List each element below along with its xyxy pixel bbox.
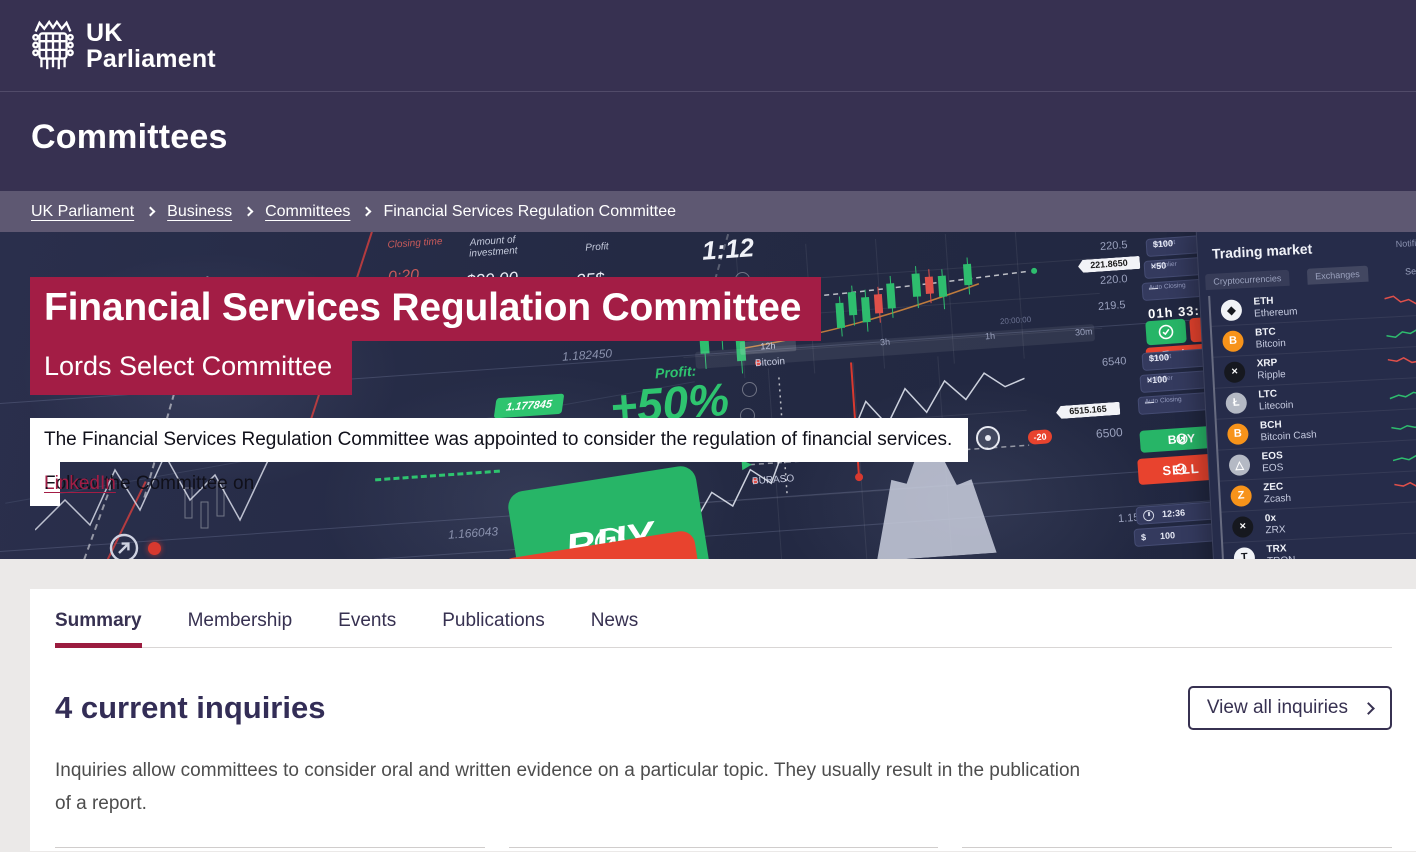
hero-banner: Closing time 0:20 Amount of investment $… — [0, 232, 1416, 559]
inquiries-heading: 4 current inquiries — [55, 690, 325, 726]
price-tick: 6500 — [1096, 425, 1124, 441]
market-tab-crypto: Cryptocurrencies — [1205, 270, 1290, 290]
market-notifications: Notifications — [1395, 237, 1416, 250]
timeframe-30m: 30m — [1075, 326, 1093, 337]
tab-news[interactable]: News — [591, 610, 639, 632]
eos-icon: △ — [1228, 454, 1250, 476]
page-title: Committees — [0, 92, 1416, 157]
check-circle-icon — [1157, 323, 1174, 340]
sparkline-up — [1392, 446, 1416, 465]
uk-parliament-logo[interactable]: UK Parliament — [31, 18, 216, 74]
market-tab-exchanges: Exchanges — [1307, 266, 1368, 285]
linkedin-link[interactable]: LinkedIn — [44, 462, 116, 506]
inquiries-intro: Inquiries allow committees to consider o… — [55, 754, 1100, 820]
breadcrumb-link-committees[interactable]: Committees — [265, 203, 350, 221]
investment-label: Amount of investment — [454, 233, 531, 260]
ripple-icon: × — [1224, 361, 1246, 383]
committee-title-banner: Financial Services Regulation Committee — [30, 277, 821, 341]
inquiry-card — [55, 847, 485, 851]
zcash-icon: Z — [1230, 485, 1252, 507]
breadcrumb-link-business[interactable]: Business — [167, 203, 232, 221]
view-all-inquiries-button[interactable]: View all inquiries — [1188, 686, 1392, 730]
map-pin-icon — [148, 542, 161, 555]
spacer — [0, 559, 1416, 589]
main-panel: Summary Membership Events Publications N… — [30, 589, 1416, 851]
tab-events[interactable]: Events — [338, 610, 396, 632]
follow-period: . — [44, 462, 49, 506]
breadcrumb-link-uk-parliament[interactable]: UK Parliament — [31, 203, 134, 221]
market-tab-securities: Securities — [1397, 261, 1416, 280]
confirm-button — [1145, 319, 1187, 346]
committee-tabs: Summary Membership Events Publications N… — [55, 610, 1392, 648]
arrow-up-circle-icon — [108, 532, 140, 559]
inquiry-card — [962, 847, 1392, 851]
timeframe-1h: 1h — [985, 331, 996, 342]
price-tick: 220.5 — [1100, 239, 1128, 253]
portcullis-icon — [31, 18, 75, 74]
inquiry-cards — [55, 847, 1392, 851]
eye-icon — [976, 426, 1000, 450]
coin-list: ◆ETHEthereum BBTCBitcoin ×XRPRipple ŁLTC… — [1208, 284, 1416, 559]
closing-time-label: Closing time — [382, 236, 449, 252]
section-band: Committees — [0, 92, 1416, 191]
breadcrumb-current: Financial Services Regulation Committee — [383, 203, 676, 221]
tab-publications[interactable]: Publications — [442, 610, 544, 632]
price-tick: 219.5 — [1098, 299, 1126, 313]
site-header: UK Parliament — [0, 0, 1416, 92]
sparkline-down — [1388, 353, 1416, 372]
litecoin-icon: Ł — [1225, 392, 1247, 414]
sparkline-up — [1386, 322, 1416, 341]
committee-subtitle-banner: Lords Select Committee — [30, 341, 352, 395]
asset-label-bitcoin: Bitcoin — [755, 360, 761, 366]
market-title: Trading market — [1212, 240, 1313, 261]
bitcoin-cash-icon: B — [1227, 423, 1249, 445]
sparkline-up — [1391, 415, 1416, 434]
sparkline-up — [1389, 384, 1416, 403]
tab-membership[interactable]: Membership — [188, 610, 293, 632]
price-tick: 6540 — [1102, 355, 1127, 369]
check-circle-icon — [1175, 463, 1188, 476]
trading-market-panel: Trading market Notifications Cryptocurre… — [1196, 232, 1416, 559]
sparkline-down — [1384, 291, 1416, 310]
breadcrumb: UK Parliament Business Committees Financ… — [0, 191, 1416, 232]
clock-icon — [1143, 509, 1155, 521]
tab-summary[interactable]: Summary — [55, 610, 142, 632]
chevron-right-icon — [146, 207, 156, 217]
logo-wordmark: UK Parliament — [86, 20, 216, 72]
chevron-right-icon — [244, 207, 254, 217]
chevron-right-icon — [1362, 702, 1375, 715]
chevron-right-icon — [362, 207, 372, 217]
zrx-icon: × — [1232, 515, 1254, 537]
inquiry-card — [509, 847, 939, 851]
sparkline-down — [1394, 477, 1416, 496]
committee-follow-line: Follow the Committee on LinkedIn. — [30, 462, 60, 506]
tron-icon: T — [1233, 546, 1255, 559]
timeframe-3h: 3h — [880, 337, 891, 348]
committee-description: The Financial Services Regulation Commit… — [30, 418, 968, 462]
loss-badge: -20 — [1028, 429, 1053, 445]
bitcoin-icon: B — [1222, 330, 1244, 352]
price-tick: 220.0 — [1100, 273, 1128, 287]
view-all-label: View all inquiries — [1207, 697, 1348, 719]
ethereum-icon: ◆ — [1220, 299, 1242, 321]
inquiries-header-row: 4 current inquiries View all inquiries — [55, 686, 1392, 730]
profit-label: Profit — [572, 240, 623, 254]
arrow-up-circle-icon — [1176, 433, 1189, 446]
